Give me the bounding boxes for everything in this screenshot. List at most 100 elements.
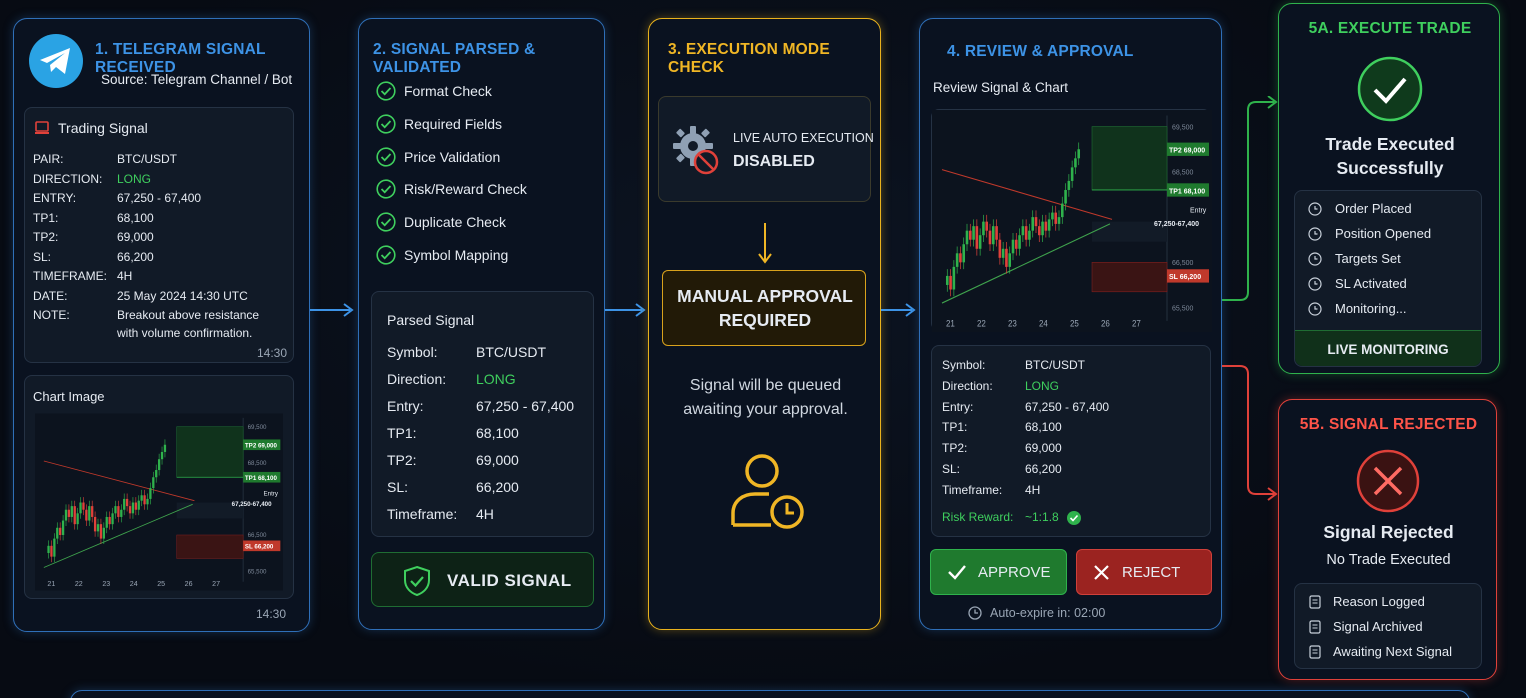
candle bbox=[108, 516, 111, 525]
review-value: 67,250 - 67,400 bbox=[1025, 399, 1110, 414]
step5b-title: 5B. SIGNAL REJECTED bbox=[1299, 416, 1478, 433]
review-key: TP1: bbox=[942, 420, 968, 435]
reject-label: REJECT bbox=[1122, 564, 1181, 581]
candle bbox=[120, 509, 123, 517]
approve-button[interactable]: APPROVE bbox=[930, 549, 1067, 595]
candle bbox=[56, 527, 59, 539]
y-tick-label: 69,500 bbox=[1172, 122, 1193, 131]
valid-signal-badge: VALID SIGNAL bbox=[371, 552, 594, 607]
signal-note-continued: with volume confirmation. bbox=[117, 326, 253, 340]
arrow-2-3 bbox=[605, 303, 646, 317]
check-circle-icon bbox=[376, 179, 396, 199]
candle bbox=[76, 513, 79, 525]
step2-panel: 2. SIGNAL PARSED & VALIDATED Format Chec… bbox=[358, 18, 605, 630]
candle bbox=[1064, 189, 1067, 204]
arrow-to-reject bbox=[1222, 365, 1278, 501]
candle bbox=[117, 506, 120, 517]
signal-key: NOTE: bbox=[33, 308, 70, 322]
signal-value: 67,250 - 67,400 bbox=[117, 191, 202, 205]
signal-value: BTC/USDT bbox=[117, 152, 177, 166]
candle bbox=[149, 488, 152, 499]
candle bbox=[978, 235, 982, 249]
candle bbox=[105, 516, 108, 528]
review-value: 66,200 bbox=[1025, 462, 1062, 476]
auto-expire-timer: Auto-expire in: 02:00 bbox=[990, 606, 1106, 620]
manual-approval-line1: MANUAL APPROVAL bbox=[677, 286, 853, 306]
candle bbox=[64, 509, 68, 521]
execution-step: Monitoring... bbox=[1335, 301, 1407, 316]
signal-rejected-status: Signal Rejected bbox=[1323, 522, 1454, 542]
candle bbox=[1024, 226, 1028, 240]
candle bbox=[1037, 226, 1041, 236]
x-tick-label: 27 bbox=[212, 580, 220, 588]
review-label: Review Signal & Chart bbox=[933, 80, 1069, 95]
parsed-value: 68,100 bbox=[476, 425, 519, 441]
validation-check-label: Price Validation bbox=[404, 148, 501, 165]
trade-executed-line2: Successfully bbox=[1336, 158, 1444, 178]
validation-check-label: Risk/Reward Check bbox=[404, 181, 527, 198]
candle bbox=[1018, 235, 1021, 249]
bottom-panel-edge bbox=[70, 690, 1470, 698]
candle bbox=[1021, 226, 1025, 236]
signal-time: 14:30 bbox=[257, 346, 288, 360]
rejection-step: Awaiting Next Signal bbox=[1333, 644, 1452, 659]
check-circle-icon bbox=[1067, 511, 1081, 525]
signal-value: 25 May 2024 14:30 UTC bbox=[117, 288, 248, 303]
step2-title: 2. SIGNAL PARSED & VALIDATED bbox=[373, 41, 536, 76]
tp2-label: TP2 69,000 bbox=[1169, 145, 1205, 154]
review-key: SL: bbox=[942, 462, 961, 476]
candle bbox=[123, 498, 126, 510]
candle bbox=[1070, 167, 1074, 181]
candle bbox=[1041, 221, 1044, 236]
candle bbox=[1077, 149, 1081, 159]
x-tick-label: 22 bbox=[977, 318, 986, 329]
rejection-steps-card: Reason Logged Signal Archived Awaiting Nex… bbox=[1294, 583, 1482, 669]
candle bbox=[125, 498, 129, 507]
check-circle-icon bbox=[376, 212, 396, 232]
candle bbox=[128, 506, 132, 514]
candle bbox=[79, 502, 82, 514]
candle bbox=[952, 266, 956, 290]
entry-range: 67,250-67,400 bbox=[1154, 219, 1199, 228]
candle bbox=[134, 502, 137, 510]
candle bbox=[1057, 217, 1061, 224]
candle bbox=[955, 253, 959, 267]
candle bbox=[85, 509, 88, 521]
candle bbox=[959, 253, 962, 263]
candle bbox=[99, 524, 103, 539]
tp-zone bbox=[176, 426, 244, 478]
candle bbox=[50, 545, 53, 557]
live-monitoring-label: LIVE MONITORING bbox=[1327, 342, 1449, 357]
parsed-value: 69,000 bbox=[476, 452, 519, 468]
candle bbox=[968, 230, 972, 240]
signal-value: 66,200 bbox=[117, 249, 154, 264]
y-tick-label: 65,500 bbox=[248, 568, 267, 575]
candle bbox=[995, 226, 998, 240]
candle bbox=[152, 477, 155, 489]
sl-zone bbox=[1091, 262, 1168, 293]
candle bbox=[1044, 221, 1048, 231]
trade-executed-line1: Trade Executed bbox=[1325, 134, 1455, 154]
signal-key: ENTRY: bbox=[33, 191, 77, 205]
x-tick-label: 25 bbox=[1070, 318, 1079, 329]
parsed-value: LONG bbox=[476, 371, 516, 387]
signal-value: Breakout above resistance bbox=[117, 308, 260, 322]
candle bbox=[1014, 239, 1018, 249]
parsed-signal-title: Parsed Signal bbox=[387, 312, 475, 328]
x-tick-label: 23 bbox=[1008, 318, 1017, 329]
validation-check-label: Symbol Mapping bbox=[404, 247, 509, 263]
chart-image: 69,500 68,500 66,500 65,500 21 22 23 24 25 26 27 TP… bbox=[35, 413, 283, 591]
parsed-key: SL: bbox=[387, 479, 409, 495]
execution-steps-card: Order Placed Position Opened Targets Set SL… bbox=[1294, 190, 1482, 367]
candle bbox=[88, 506, 91, 521]
reject-button[interactable]: REJECT bbox=[1076, 549, 1212, 595]
parsed-key: TP2: bbox=[387, 452, 417, 468]
candle bbox=[111, 513, 114, 525]
candle bbox=[1054, 212, 1058, 224]
parsed-value: 66,200 bbox=[476, 479, 519, 495]
candle bbox=[53, 538, 56, 557]
candle bbox=[1047, 219, 1051, 231]
shield-check-icon bbox=[404, 565, 430, 597]
signal-icon bbox=[35, 121, 49, 134]
candle bbox=[61, 520, 65, 535]
